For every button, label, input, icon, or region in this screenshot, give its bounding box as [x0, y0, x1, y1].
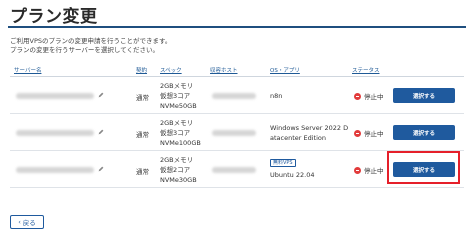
title-divider — [8, 26, 466, 28]
header-status[interactable]: ステータス — [352, 66, 380, 74]
header-server-name[interactable]: サーバー名 — [14, 66, 41, 74]
spec-disk: NVMe30GB — [160, 176, 197, 184]
os-app: n8n — [270, 92, 283, 100]
status-badge: 停止中 — [354, 128, 384, 138]
page-title: プラン変更 — [10, 7, 98, 27]
contract-type: 通常 — [136, 94, 149, 102]
os-app: Ubuntu 22.04 — [270, 171, 315, 179]
host-redacted — [212, 93, 256, 99]
server-name-redacted — [16, 167, 94, 173]
header-os-app[interactable]: OS・アプリ — [270, 66, 300, 74]
spec-cell: 2GBメモリ 仮想2コア NVMe30GB — [160, 155, 197, 185]
contract-type: 通常 — [136, 131, 149, 139]
highlight-box — [387, 151, 460, 184]
status-text: 停止中 — [364, 167, 384, 175]
table-header: サーバー名 契約 スペック 収容ホスト OS・アプリ ステータス — [10, 63, 464, 77]
contract-type: 通常 — [136, 168, 149, 176]
page-description-line-2: プランの変更を行うサーバーを選択してください。 — [10, 46, 160, 54]
free-vps-badge: 無料VPS — [270, 159, 296, 167]
os-app-line-2: atacenter Edition — [270, 134, 326, 142]
spec-cpu: 仮想2コア — [160, 166, 191, 174]
header-spec[interactable]: スペック — [160, 66, 182, 74]
status-text: 停止中 — [364, 93, 384, 101]
status-badge: 停止中 — [354, 91, 384, 101]
host-redacted — [212, 130, 256, 136]
spec-disk: NVMe100GB — [160, 139, 201, 147]
edit-pencil-icon[interactable] — [98, 166, 104, 172]
select-button[interactable]: 選択する — [393, 88, 455, 103]
spec-memory: 2GBメモリ — [160, 119, 194, 127]
stop-icon — [354, 166, 361, 174]
header-host[interactable]: 収容ホスト — [210, 66, 238, 74]
server-name-redacted — [16, 93, 94, 99]
spec-memory: 2GBメモリ — [160, 156, 194, 164]
back-button[interactable]: ‹ 戻る — [10, 215, 44, 229]
edit-pencil-icon[interactable] — [98, 129, 104, 135]
status-badge: 停止中 — [354, 165, 384, 175]
spec-cpu: 仮想3コア — [160, 92, 191, 100]
table-row: 通常 2GBメモリ 仮想3コア NVMe50GB n8n 停止中 選択する — [10, 77, 464, 114]
host-redacted — [212, 167, 256, 173]
spec-cell: 2GBメモリ 仮想3コア NVMe50GB — [160, 81, 197, 111]
stop-icon — [354, 92, 361, 100]
page-description-line-1: ご利用VPSのプランの変更申請を行うことができます。 — [10, 37, 172, 45]
stop-icon — [354, 129, 361, 137]
server-name-redacted — [16, 130, 94, 136]
spec-cpu: 仮想3コア — [160, 129, 191, 137]
spec-disk: NVMe50GB — [160, 102, 197, 110]
spec-memory: 2GBメモリ — [160, 82, 194, 90]
chevron-left-icon: ‹ — [18, 218, 21, 226]
edit-pencil-icon[interactable] — [98, 92, 104, 98]
header-contract-type[interactable]: 契約 — [136, 66, 147, 74]
back-button-label: 戻る — [22, 219, 36, 227]
status-text: 停止中 — [364, 130, 384, 138]
select-button[interactable]: 選択する — [393, 125, 455, 140]
table-row: 通常 2GBメモリ 仮想3コア NVMe100GB Windows Server… — [10, 114, 464, 151]
spec-cell: 2GBメモリ 仮想3コア NVMe100GB — [160, 118, 201, 148]
os-app-line-1: Windows Server 2022 D — [270, 124, 349, 132]
